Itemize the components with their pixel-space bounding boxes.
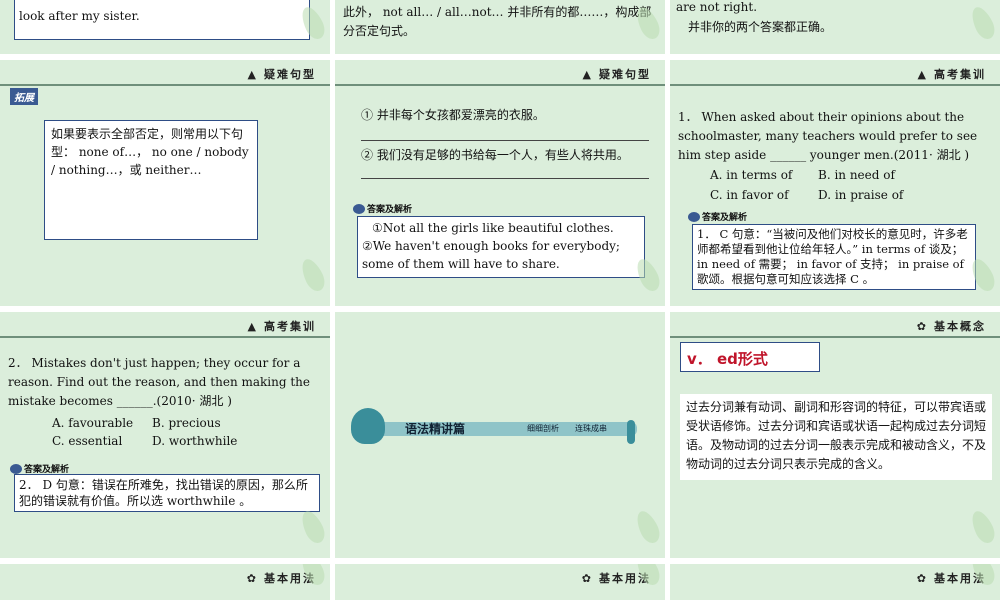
slide1-text: look after my sister. (19, 9, 140, 23)
slide-1: look after my sister. (0, 0, 330, 54)
slide-11: ✿ 基本用法 (335, 564, 665, 600)
header-icon: ▲ (582, 67, 593, 81)
header-rule (0, 336, 330, 338)
gear-icon: ✿ (246, 571, 258, 585)
slide3-text2: 并非你的两个答案都正确。 (688, 20, 833, 34)
slide-header: ▲ 高考集训 (248, 318, 316, 334)
slide-header: ✿ 基本用法 (917, 570, 986, 586)
banner-tag-2: 连珠成串 (575, 424, 607, 433)
option-b: B. in need of (818, 168, 895, 182)
option-c: C. in favor of (710, 188, 789, 202)
header-title: 高考集训 (264, 320, 316, 333)
header-title: 基本概念 (934, 320, 986, 333)
slide-header: ✿ 基本用法 (582, 570, 651, 586)
header-title: 基本用法 (264, 572, 316, 585)
slide-header: ▲ 疑难句型 (583, 66, 651, 82)
answer-box: ①Not all the girls like beautiful clothe… (357, 216, 645, 278)
header-icon: ▲ (247, 67, 258, 81)
header-title: 疑难句型 (264, 68, 316, 81)
slide-10: ✿ 基本用法 (0, 564, 330, 600)
slide-9: ✿ 基本概念 v． ed形式 过去分词兼有动词、副词和形容词的特征，可以带宾语或受… (670, 312, 1000, 558)
slide-12: ✿ 基本用法 (670, 564, 1000, 600)
slide-7: ▲ 高考集训 2． Mistakes don't just happen; the… (0, 312, 330, 558)
slide-header: ✿ 基本概念 (917, 318, 986, 334)
option-c: C. essential (52, 434, 123, 448)
banner-title: 语法精讲篇 (405, 422, 466, 436)
slide-header: ▲ 高考集训 (918, 66, 986, 82)
slide-6: ▲ 高考集训 1． When asked about their opinions… (670, 60, 1000, 306)
extend-box: 如果要表示全部否定，则常用以下句型： none of…， no one / no… (44, 120, 258, 240)
answer-line-1: ①Not all the girls like beautiful clothe… (372, 221, 614, 235)
option-d: D. in praise of (818, 188, 904, 202)
arrow-icon (10, 463, 22, 474)
header-rule (0, 84, 330, 86)
question-item-1: ① 并非每个女孩都爱漂亮的衣服。 (361, 108, 545, 122)
option-d: D. worthwhile (152, 434, 238, 448)
slide3-text1: are not right. (676, 0, 758, 14)
banner-drop-icon (627, 420, 635, 444)
header-title: 基本用法 (934, 572, 986, 585)
slide-5: ▲ 疑难句型 ① 并非每个女孩都爱漂亮的衣服。 ② 我们没有足够的书给每一个人，有… (335, 60, 665, 306)
answer-label-text: 答案及解析 (367, 205, 413, 215)
option-a: A. in terms of (710, 168, 793, 182)
arrow-icon (353, 203, 365, 214)
option-a: A. favourable (52, 416, 134, 430)
header-rule (670, 84, 1000, 86)
slide-header: ✿ 基本用法 (247, 570, 316, 586)
answer-label-text: 答案及解析 (702, 213, 748, 223)
header-rule (670, 336, 1000, 338)
slide-8: 语法精讲篇 细细剖析 连珠成串 (335, 312, 665, 558)
answer-line (361, 140, 649, 141)
question-item-2: ② 我们没有足够的书给每一个人，有些人将共用。 (361, 148, 629, 162)
answer-box: 1． C 句意：“当被问及他们对校长的意见时，许多老师都希望看到他让位给年轻人。… (692, 224, 976, 290)
answer-line (361, 178, 649, 179)
arrow-icon (688, 211, 700, 222)
text-box: look after my sister. (14, 0, 310, 40)
header-icon: ▲ (917, 67, 928, 81)
answer-line-2: ②We haven't enough books for everybody; … (362, 239, 620, 271)
gear-icon: ✿ (916, 319, 928, 333)
definition-box: 过去分词兼有动词、副词和形容词的特征，可以带宾语或受状语修饰。过去分词和宾语或状… (680, 394, 992, 480)
gear-icon: ✿ (581, 571, 593, 585)
slide2-text: 此外， not all… / all…not… 并非所有的都……，构成部分否定句… (343, 5, 652, 38)
header-rule (335, 84, 665, 86)
answer-box: 2． D 句意：错误在所难免，找出错误的原因，那么所犯的错误就有价值。所以选 w… (14, 474, 320, 512)
answer-label: 答案及解析 (353, 202, 412, 215)
section-title-box: v． ed形式 (680, 342, 820, 372)
header-title: 疑难句型 (599, 68, 651, 81)
header-title: 基本用法 (599, 572, 651, 585)
slide-3: are not right. 并非你的两个答案都正确。 (670, 0, 1000, 54)
section-title: v． ed形式 (687, 350, 768, 368)
gear-icon: ✿ (916, 571, 928, 585)
slide-2: 此外， not all… / all…not… 并非所有的都……，构成部分否定句… (335, 0, 665, 54)
answer-label: 答案及解析 (688, 210, 747, 223)
option-b: B. precious (152, 416, 221, 430)
header-title: 高考集训 (934, 68, 986, 81)
question-text: 2． Mistakes don't just happen; they occu… (8, 356, 311, 408)
slide-header: ▲ 疑难句型 (248, 66, 316, 82)
header-icon: ▲ (247, 319, 258, 333)
koala-icon (351, 408, 385, 444)
extend-badge: 拓展 (10, 88, 38, 105)
question-text: 1． When asked about their opinions about… (678, 110, 978, 162)
slide-4: ▲ 疑难句型 拓展 如果要表示全部否定，则常用以下句型： none of…， no… (0, 60, 330, 306)
banner-tag-1: 细细剖析 (527, 424, 559, 433)
